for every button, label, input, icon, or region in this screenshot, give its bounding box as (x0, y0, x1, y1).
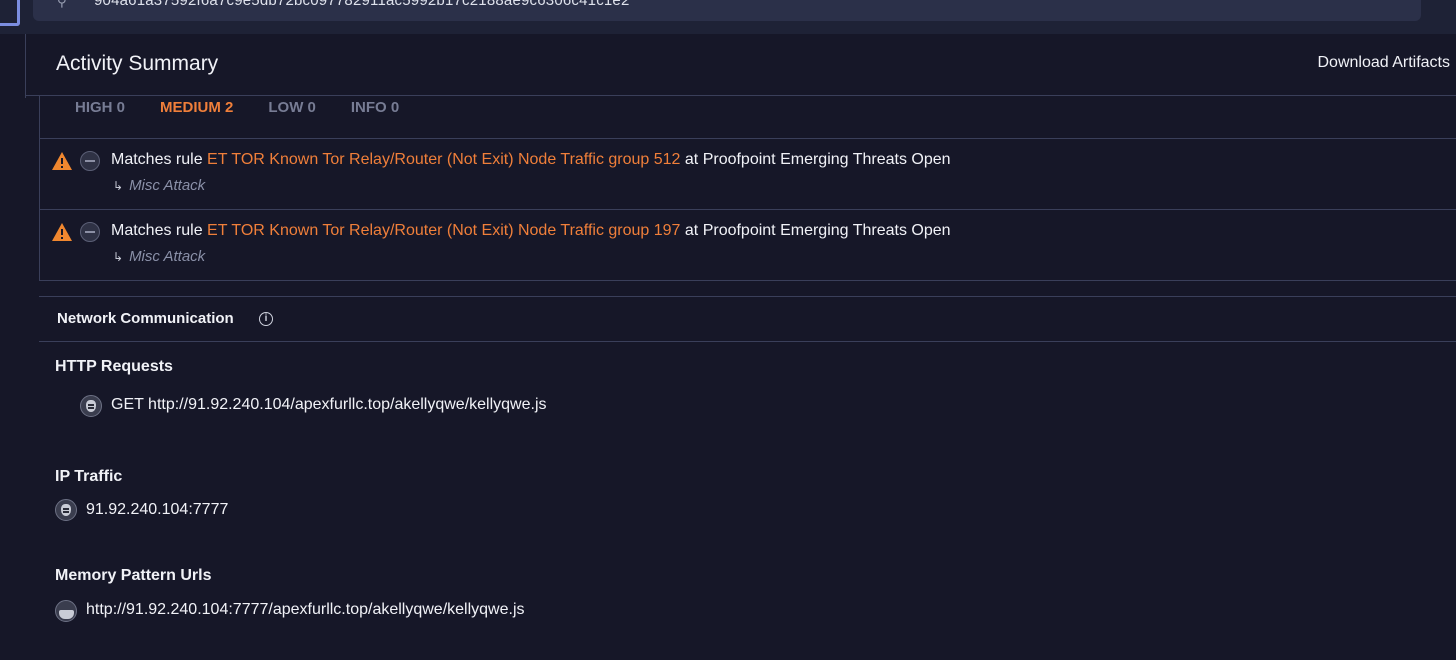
ip-traffic-item[interactable]: 91.92.240.104:7777 (86, 501, 228, 519)
rule-divider (39, 209, 1456, 210)
return-arrow-icon: ↳ (113, 179, 124, 193)
ruleset-seal-icon (80, 151, 100, 171)
rule-category-label: Misc Attack (129, 177, 206, 194)
network-communication-heading: Network Communication (57, 310, 234, 327)
tab-medium[interactable]: MEDIUM 2 (160, 99, 233, 116)
rule-prefix: Matches rule (111, 222, 208, 239)
rule-category: ↳ Misc Attack (113, 248, 205, 265)
network-heading-divider (39, 341, 1456, 342)
memory-url-item[interactable]: http://91.92.240.104:7777/apexfurllc.top… (86, 601, 525, 619)
left-rail-divider (25, 34, 26, 98)
memory-pattern-urls-heading: Memory Pattern Urls (55, 567, 212, 584)
warning-icon (52, 223, 72, 241)
page-title: Activity Summary (56, 52, 219, 75)
download-artifacts-button[interactable]: Download Artifacts (1317, 54, 1450, 72)
tab-low[interactable]: LOW 0 (268, 99, 316, 116)
tab-high[interactable]: HIGH 0 (75, 99, 125, 116)
network-top-divider (39, 296, 1456, 297)
rule-text: Matches rule ET TOR Known Tor Relay/Rout… (111, 151, 951, 169)
info-icon[interactable]: i (259, 312, 273, 326)
severity-tabs: HIGH 0 MEDIUM 2 LOW 0 INFO 0 (75, 99, 434, 116)
tiger-logo-icon (80, 395, 102, 417)
tabs-divider (39, 138, 1456, 139)
search-value: 904a61a37592f6a7c9e5db72bc097782911ac599… (94, 0, 630, 9)
header-divider (25, 95, 1456, 96)
rules-panel-border (39, 95, 40, 281)
rule-category-label: Misc Attack (129, 248, 206, 265)
top-bar: ⚲ 904a61a37592f6a7c9e5db72bc097782911ac5… (0, 0, 1456, 34)
rule-name-link[interactable]: ET TOR Known Tor Relay/Router (Not Exit)… (207, 222, 680, 239)
rule-suffix: at Proofpoint Emerging Threats Open (680, 222, 951, 239)
memory-pattern-icon (55, 600, 77, 622)
ruleset-seal-icon (80, 222, 100, 242)
rules-panel-bottom (39, 280, 1456, 281)
rule-category: ↳ Misc Attack (113, 177, 205, 194)
rule-prefix: Matches rule (111, 151, 208, 168)
warning-icon (52, 152, 72, 170)
rule-name-link[interactable]: ET TOR Known Tor Relay/Router (Not Exit)… (207, 151, 680, 168)
http-requests-heading: HTTP Requests (55, 358, 173, 375)
rule-suffix: at Proofpoint Emerging Threats Open (680, 151, 951, 168)
http-request-item[interactable]: GET http://91.92.240.104/apexfurllc.top/… (111, 396, 547, 414)
search-input[interactable]: ⚲ 904a61a37592f6a7c9e5db72bc097782911ac5… (33, 0, 1421, 21)
tiger-logo-icon (55, 499, 77, 521)
ip-traffic-heading: IP Traffic (55, 468, 123, 485)
return-arrow-icon: ↳ (113, 250, 124, 264)
rule-text: Matches rule ET TOR Known Tor Relay/Rout… (111, 222, 951, 240)
app-menu-button[interactable] (0, 0, 20, 26)
tab-info[interactable]: INFO 0 (351, 99, 399, 116)
search-icon: ⚲ (57, 0, 67, 9)
